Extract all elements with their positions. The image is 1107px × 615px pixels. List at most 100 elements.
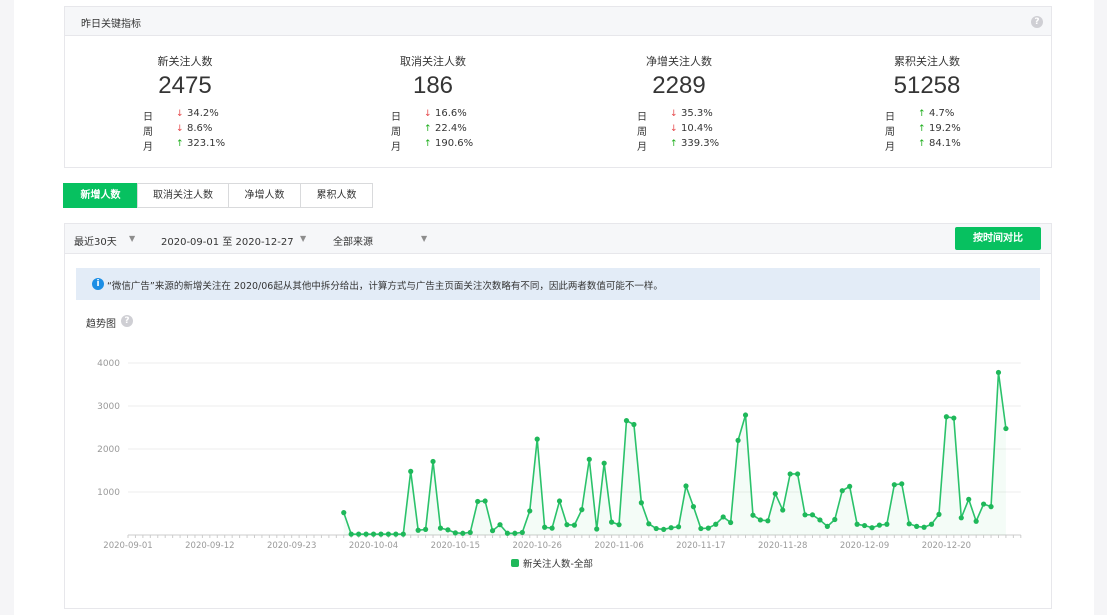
key-metrics-card: 昨日关键指标 ? 新关注人数 2475 日 ↓ 34.2% 周 ↓ 8.6% 月 ↑ 323.1% 取… <box>64 6 1052 168</box>
caret-down-icon[interactable]: ▼ <box>129 234 135 243</box>
change-percent: 4.7% <box>929 108 955 119</box>
info-circle-icon: i <box>92 278 104 290</box>
period-label: 日 <box>391 112 401 123</box>
data-point <box>757 517 764 523</box>
change-percent: 19.2% <box>929 123 961 134</box>
data-point <box>832 516 838 523</box>
tab-cumulative-followers[interactable]: 累积人数 <box>300 183 373 208</box>
data-point <box>646 521 652 527</box>
metric-value: 2475 <box>158 72 212 99</box>
data-point <box>467 529 473 536</box>
data-point <box>787 471 793 477</box>
data-point <box>891 482 897 488</box>
metric-change-row: 月 ↑ 84.1% <box>807 138 1047 153</box>
metric-block: 净增关注人数 2289 日 ↓ 35.3% 周 ↓ 10.4% 月 ↑ 339.3% <box>559 36 799 166</box>
data-point <box>661 526 667 533</box>
notice-banner: i “微信广告”来源的新增关注在 2020/06起从其他中拆分给出，计算方式与广… <box>76 268 1040 300</box>
caret-down-icon[interactable]: ▼ <box>421 234 427 243</box>
tab-unfollowers[interactable]: 取消关注人数 <box>137 183 229 208</box>
data-point <box>698 525 704 532</box>
data-point <box>385 531 391 537</box>
data-point <box>675 524 682 530</box>
notice-text: “微信广告”来源的新增关注在 2020/06起从其他中拆分给出，计算方式与广告主… <box>107 281 663 292</box>
range-select[interactable]: 最近30天 <box>74 233 117 248</box>
data-point <box>824 523 830 529</box>
legend-marker <box>511 559 519 567</box>
data-point <box>616 522 622 528</box>
data-point <box>936 511 942 517</box>
data-point <box>943 414 950 420</box>
metric-value: 186 <box>412 72 454 99</box>
data-point <box>951 415 957 421</box>
data-point <box>772 491 778 497</box>
chart-title: 趋势图 <box>86 319 116 330</box>
data-point <box>423 526 429 533</box>
data-point <box>847 483 853 490</box>
data-point <box>884 521 890 527</box>
key-metrics-header: 昨日关键指标 ? <box>65 7 1051 36</box>
metric-change-row: 周 ↓ 8.6% <box>65 123 305 138</box>
data-point <box>861 522 868 529</box>
metric-label: 新关注人数 <box>157 55 213 68</box>
metric-change-row: 周 ↑ 22.4% <box>313 123 553 138</box>
period-label: 周 <box>143 127 153 138</box>
tab-new-followers[interactable]: 新增人数 <box>63 183 138 208</box>
data-point <box>571 522 577 528</box>
period-label: 月 <box>143 142 153 153</box>
data-point <box>542 524 548 530</box>
question-circle-icon[interactable]: ? <box>1031 16 1043 28</box>
date-separator: 至 <box>222 237 233 248</box>
data-point <box>1003 425 1009 432</box>
x-tick-label: 2020-09-12 <box>185 541 234 551</box>
metric-label: 累积关注人数 <box>894 55 960 68</box>
page: 昨日关键指标 ? 新关注人数 2475 日 ↓ 34.2% 周 ↓ 8.6% 月 ↑ 323.1% 取… <box>14 0 1094 615</box>
change-percent: 16.6% <box>435 108 467 119</box>
data-point <box>408 468 414 474</box>
data-point <box>928 521 935 527</box>
arrow-up-icon: ↑ <box>670 139 678 149</box>
arrow-down-icon: ↓ <box>670 109 678 119</box>
data-point <box>363 531 369 537</box>
compare-by-time-button[interactable]: 按时间对比 <box>955 227 1041 250</box>
metric-change-row: 周 ↑ 19.2% <box>807 123 1047 138</box>
arrow-down-icon: ↓ <box>424 109 432 119</box>
change-percent: 22.4% <box>435 123 467 134</box>
data-point <box>690 504 697 510</box>
metric-change-list: 日 ↓ 34.2% 周 ↓ 8.6% 月 ↑ 323.1% <box>65 108 305 153</box>
data-point <box>356 531 362 537</box>
metric-change-row: 月 ↑ 323.1% <box>65 138 305 153</box>
x-tick-label: 2020-12-09 <box>840 541 889 551</box>
tab-net-followers[interactable]: 净增人数 <box>228 183 301 208</box>
change-percent: 323.1% <box>187 138 226 149</box>
date-range-picker[interactable]: 2020-09-01 至 2020-12-27 <box>161 233 294 248</box>
change-percent: 8.6% <box>187 123 213 134</box>
data-point <box>854 521 860 527</box>
caret-down-icon[interactable]: ▼ <box>300 234 306 243</box>
data-point <box>750 512 756 518</box>
data-point <box>594 526 600 532</box>
x-tick-label: 2020-12-20 <box>922 541 971 551</box>
data-point <box>497 522 503 528</box>
data-point <box>549 525 555 531</box>
y-tick-label: 1000 <box>97 488 120 498</box>
arrow-down-icon: ↓ <box>176 109 184 119</box>
data-point <box>348 531 354 537</box>
x-tick-label: 2020-10-15 <box>431 541 480 551</box>
data-point <box>378 531 384 537</box>
data-point <box>564 522 570 528</box>
legend-label: 新关注人数-全部 <box>523 558 593 570</box>
period-label: 月 <box>391 142 401 153</box>
date-start: 2020-09-01 <box>161 237 220 248</box>
data-point <box>460 530 466 536</box>
arrow-up-icon: ↑ <box>918 139 926 149</box>
data-point <box>780 507 786 513</box>
source-select[interactable]: 全部来源 <box>333 233 373 248</box>
metric-label: 净增关注人数 <box>646 55 712 68</box>
data-point <box>988 504 994 510</box>
data-point <box>735 437 741 443</box>
question-circle-icon[interactable]: ? <box>121 315 133 327</box>
series-line <box>343 372 1007 535</box>
data-point <box>921 524 927 530</box>
metric-block: 取消关注人数 186 日 ↓ 16.6% 周 ↑ 22.4% 月 ↑ 190.6% <box>313 36 553 166</box>
change-percent: 339.3% <box>681 138 720 149</box>
